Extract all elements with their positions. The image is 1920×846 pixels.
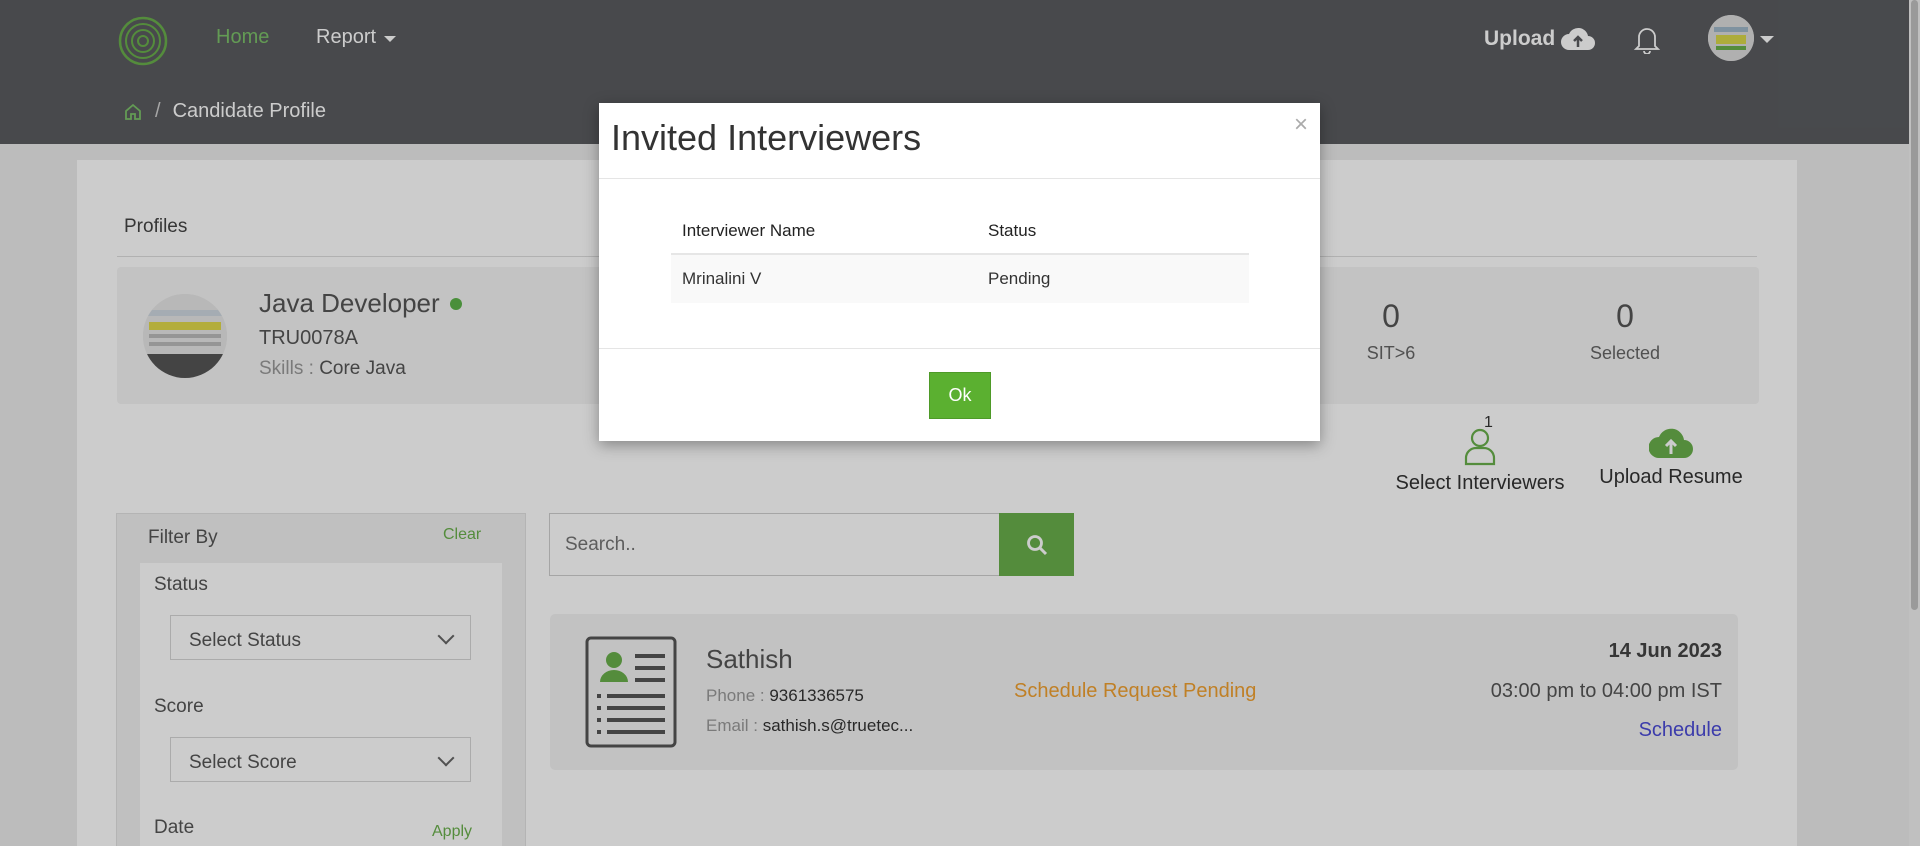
modal-divider [599,348,1320,349]
interviewer-status-cell: Pending [977,254,1249,303]
interviewers-table: Interviewer Name Status Mrinalini V Pend… [671,211,1249,303]
close-icon[interactable]: × [1294,111,1308,139]
modal-divider [599,178,1320,179]
ok-button[interactable]: Ok [929,372,991,419]
interviewer-name-cell: Mrinalini V [671,254,977,303]
invited-interviewers-modal: Invited Interviewers × Interviewer Name … [599,103,1320,441]
table-row: Mrinalini V Pending [671,254,1249,303]
column-header-name: Interviewer Name [671,211,977,255]
column-header-status: Status [977,211,1249,255]
table-header-row: Interviewer Name Status [671,211,1249,255]
modal-title: Invited Interviewers [611,117,922,158]
